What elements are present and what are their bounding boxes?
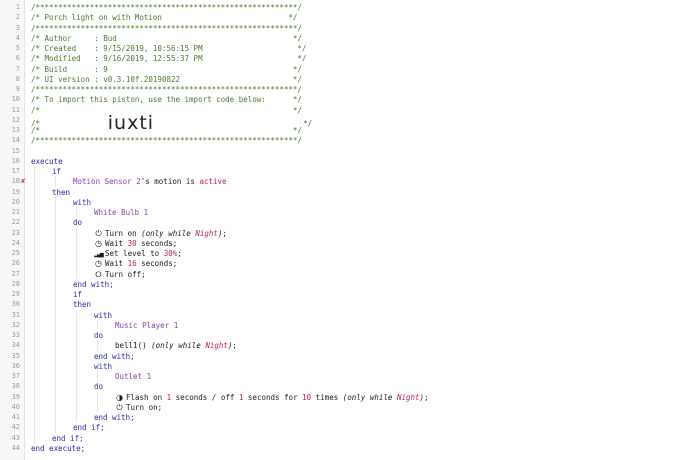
code-token: Night <box>396 392 420 402</box>
code-text: end execute; <box>31 443 85 454</box>
code-token: execute <box>31 156 63 166</box>
code-token: 's motion is <box>140 177 200 187</box>
code-token: Set level to <box>105 249 164 258</box>
code-token: then <box>52 187 71 197</box>
code-token: /* Created : 9/15/2019, 10:56:15 PM */ <box>31 44 307 53</box>
code-token: ; <box>232 341 237 351</box>
code-token: do <box>94 331 104 340</box>
code-token: Night <box>205 341 228 351</box>
code-token: /* Build : 9 */ <box>31 64 302 74</box>
code-token: with <box>73 197 92 207</box>
code-line: 44 end execute; <box>0 443 690 454</box>
code-token: /* Author : Bud */ <box>31 33 302 43</box>
code-token: 30% <box>163 249 178 258</box>
code-token: end with; <box>73 279 114 289</box>
code-token: with <box>94 310 113 320</box>
code-token: /* To import this piston, use the import… <box>31 95 302 105</box>
code-token: if <box>73 290 83 299</box>
code-token: seconds; <box>136 238 178 248</box>
code-token: /***************************************… <box>31 136 302 146</box>
code-token: end with; <box>94 413 135 422</box>
code-token: /* */ <box>31 126 302 135</box>
code-token: then <box>73 300 92 310</box>
code-token: Motion Sensor 2 <box>73 177 141 187</box>
code-token: end if; <box>73 423 105 433</box>
code-token: Outlet 1 <box>115 372 152 381</box>
line-number: 44 <box>11 443 20 452</box>
code-token: ; <box>222 228 227 238</box>
code-token: /* Porch light on with Motion */ <box>31 13 298 23</box>
code-token: Turn on; <box>126 402 163 412</box>
code-token: end with; <box>94 351 135 361</box>
code-token: seconds; <box>136 259 178 269</box>
code-token: 30 <box>127 238 137 248</box>
code-token: White Bulb 1 <box>94 208 149 217</box>
code-token: end execute; <box>31 443 86 453</box>
piston-code-editor: 1/**************************************… <box>0 0 690 460</box>
code-token: Turn on <box>105 228 142 238</box>
code-token: bell1() <box>115 341 152 351</box>
code-token: ; <box>177 249 182 258</box>
code-token: Turn off; <box>105 269 146 279</box>
code-token: (only while <box>141 228 196 238</box>
code-token: if <box>52 167 62 176</box>
code-token: (only while <box>151 341 206 351</box>
code-token: /***************************************… <box>31 85 302 94</box>
code-token: Wait <box>105 259 128 269</box>
code-token: do <box>73 218 83 228</box>
code-token: ; <box>424 392 429 402</box>
code-token: do <box>94 382 104 392</box>
code-token: Music Player 1 <box>115 320 179 330</box>
code-token: seconds / off <box>171 392 239 402</box>
code-token: times <box>311 392 343 402</box>
code-token: end if; <box>52 433 84 443</box>
code-token: with <box>94 361 113 371</box>
code-token: /***************************************… <box>31 3 302 12</box>
code-token: 10 <box>302 392 312 402</box>
code-token: 16 <box>127 259 137 269</box>
code-token: /* */ <box>31 105 302 115</box>
code-token: (only while <box>342 392 397 402</box>
code-token: /* UI version : v0.3.10f.20190822 */ <box>31 74 302 84</box>
code-token: /* Modified : 9/16/2019, 12:55:37 PM */ <box>31 54 307 64</box>
code-token: Wait <box>105 238 128 248</box>
code-token: active <box>199 177 227 187</box>
code-token: Flash on <box>126 392 167 402</box>
code-token: Night <box>195 228 218 238</box>
code-token: /***************************************… <box>31 23 302 33</box>
code-token: seconds for <box>243 392 303 402</box>
